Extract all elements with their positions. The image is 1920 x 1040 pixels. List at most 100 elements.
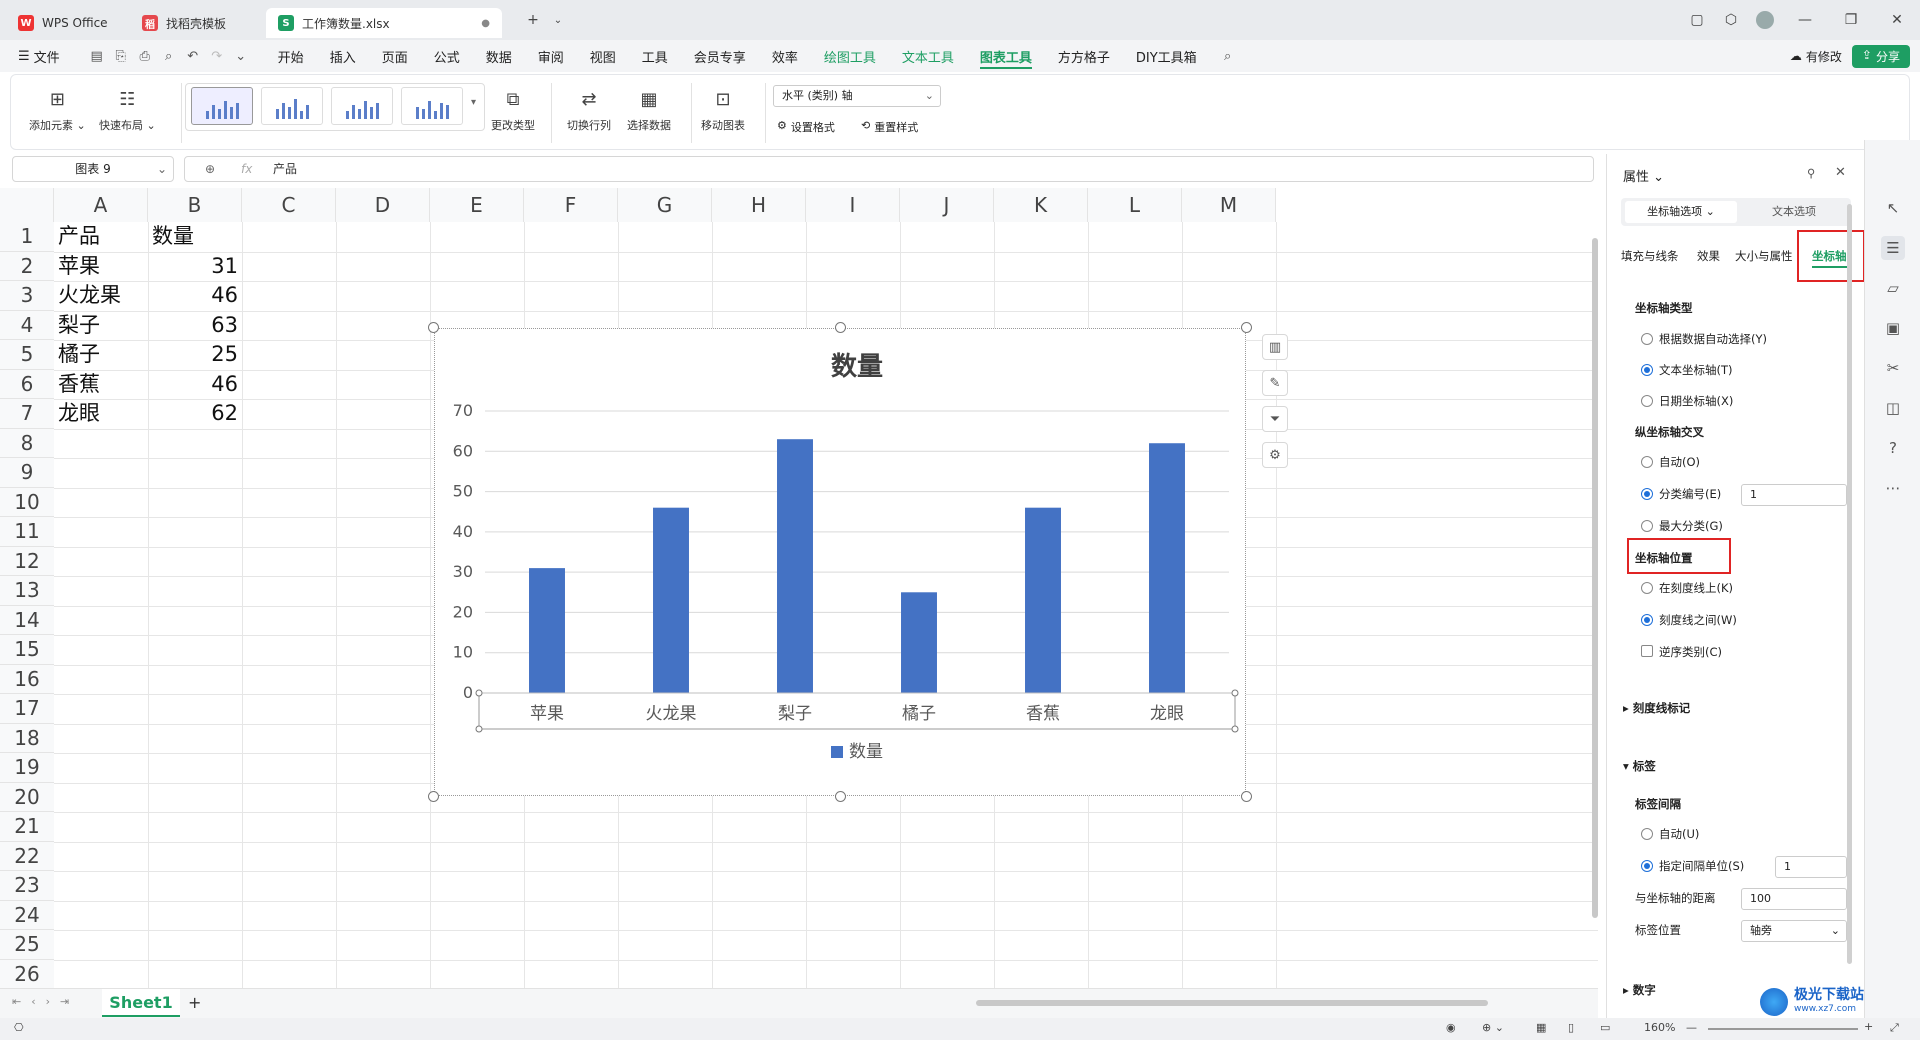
name-box[interactable]: 图表 9 ⌄ <box>12 156 174 182</box>
cell-a3[interactable]: 火龙果 <box>58 281 144 310</box>
chart-filter-icon[interactable]: ⏷ <box>1262 406 1288 432</box>
cell-a6[interactable]: 香蕉 <box>58 370 144 399</box>
bar-火龙果[interactable] <box>653 507 689 693</box>
row-header-14[interactable]: 14 <box>0 605 54 635</box>
radio-auto-select[interactable] <box>1641 333 1653 345</box>
menu-drawing-tools[interactable]: 绘图工具 <box>811 40 889 72</box>
axis-handle[interactable] <box>1231 689 1239 697</box>
minimize-button[interactable]: — <box>1782 6 1828 34</box>
cell-a5[interactable]: 橘子 <box>58 340 144 369</box>
row-header-5[interactable]: 5 <box>0 340 54 370</box>
menu-formula[interactable]: 公式 <box>421 40 473 72</box>
chart-style-2[interactable] <box>261 87 323 125</box>
x-tick-label[interactable]: 橘子 <box>902 704 936 724</box>
pointer-icon[interactable]: ↖ <box>1881 196 1905 220</box>
row-header-26[interactable]: 26 <box>0 959 54 988</box>
menu-diy-toolbox[interactable]: DIY工具箱 <box>1123 40 1210 72</box>
axis-handle[interactable] <box>475 689 483 697</box>
column-header-f[interactable]: F <box>524 188 618 222</box>
set-format-button[interactable]: ⚙ 设置格式 <box>777 119 835 135</box>
column-header-a[interactable]: A <box>54 188 148 222</box>
subtab-fill-line[interactable]: 填充与线条 <box>1621 248 1679 264</box>
chart-style-brush-icon[interactable]: ✎ <box>1262 370 1288 396</box>
y-tick-label[interactable]: 10 <box>453 643 473 662</box>
chart-style-3[interactable] <box>331 87 393 125</box>
row-header-25[interactable]: 25 <box>0 930 54 960</box>
column-header-g[interactable]: G <box>618 188 712 222</box>
row-header-4[interactable]: 4 <box>0 310 54 340</box>
row-header-22[interactable]: 22 <box>0 841 54 871</box>
column-header-d[interactable]: D <box>336 188 430 222</box>
cell-b6[interactable]: 46 <box>152 370 238 399</box>
row-header-8[interactable]: 8 <box>0 428 54 458</box>
column-header-e[interactable]: E <box>430 188 524 222</box>
column-header-c[interactable]: C <box>242 188 336 222</box>
radio-max-category[interactable] <box>1641 520 1653 532</box>
axis-element-select[interactable]: 水平 (类别) 轴 ⌄ <box>773 85 941 107</box>
tab-axis-options[interactable]: 坐标轴选项 ⌄ <box>1625 201 1737 223</box>
undo-icon[interactable]: ↶ <box>181 44 205 68</box>
chart-title[interactable]: 数量 <box>831 352 883 382</box>
panel-scrollbar[interactable] <box>1847 204 1852 964</box>
redo-icon[interactable]: ↷ <box>205 44 229 68</box>
menu-efficiency[interactable]: 效率 <box>759 40 811 72</box>
row-header-13[interactable]: 13 <box>0 576 54 606</box>
radio-text-axis[interactable] <box>1641 364 1653 376</box>
radio-date-axis[interactable] <box>1641 395 1653 407</box>
properties-icon[interactable]: ☰ <box>1881 236 1905 260</box>
window-layout-icon[interactable]: ▢ <box>1680 6 1714 34</box>
zoom-slider[interactable] <box>1708 1028 1858 1030</box>
y-tick-label[interactable]: 0 <box>463 683 473 702</box>
label-position-select[interactable]: 轴旁 ⌄ <box>1741 920 1847 942</box>
resize-handle[interactable] <box>428 791 439 802</box>
menu-tools[interactable]: 工具 <box>629 40 681 72</box>
pin-icon[interactable]: ⚲ <box>1807 166 1815 180</box>
bar-香蕉[interactable] <box>1025 507 1061 693</box>
tab-workbook[interactable]: S 工作簿数量.xlsx ● <box>266 8 502 38</box>
bar-chart[interactable]: 数量010203040506070苹果 火龙果 梨子 橘子 香蕉 龙眼数量 <box>435 329 1247 797</box>
row-header-11[interactable]: 11 <box>0 517 54 547</box>
y-tick-label[interactable]: 30 <box>453 562 473 581</box>
subtab-effects[interactable]: 效果 <box>1697 248 1720 264</box>
x-tick-label[interactable]: 梨子 <box>778 704 812 724</box>
zoom-out-icon[interactable]: — <box>1686 1021 1697 1034</box>
close-icon[interactable]: ✕ <box>1835 165 1846 180</box>
row-header-20[interactable]: 20 <box>0 782 54 812</box>
row-header-6[interactable]: 6 <box>0 369 54 399</box>
resize-handle[interactable] <box>428 322 439 333</box>
menu-start[interactable]: 开始 <box>265 40 317 72</box>
modified-indicator[interactable]: ☁ 有修改 <box>1790 48 1842 65</box>
column-header-h[interactable]: H <box>712 188 806 222</box>
select-all-corner[interactable] <box>0 188 54 222</box>
tick-marks-section[interactable]: ▸ 刻度线标记 <box>1623 700 1690 716</box>
horizontal-scrollbar[interactable] <box>976 1000 1488 1006</box>
row-header-9[interactable]: 9 <box>0 458 54 488</box>
unsaved-dot-icon[interactable]: ● <box>481 18 490 29</box>
x-tick-label[interactable]: 龙眼 <box>1150 704 1184 724</box>
switch-rowcol-button[interactable]: ⇄ 切换行列 <box>567 87 611 133</box>
column-header-j[interactable]: J <box>900 188 994 222</box>
chevron-down-icon[interactable]: ⌄ <box>229 44 253 68</box>
shape-icon[interactable]: ▱ <box>1881 276 1905 300</box>
save-icon[interactable]: ▤ <box>85 44 109 68</box>
axis-handle[interactable] <box>475 725 483 733</box>
row-header-18[interactable]: 18 <box>0 723 54 753</box>
add-element-button[interactable]: ⊞ 添加元素 ⌄ <box>29 87 86 133</box>
vertical-scrollbar[interactable] <box>1592 238 1598 918</box>
new-tab-button[interactable]: + <box>516 6 550 34</box>
radio-interval-unit[interactable] <box>1641 860 1653 872</box>
macro-icon[interactable]: ⎔ <box>14 1021 24 1034</box>
menu-data[interactable]: 数据 <box>473 40 525 72</box>
chart-style-4[interactable] <box>401 87 463 125</box>
subtab-size-properties[interactable]: 大小与属性 <box>1735 248 1793 264</box>
close-button[interactable]: ✕ <box>1874 6 1920 34</box>
menu-view[interactable]: 视图 <box>577 40 629 72</box>
legend-swatch[interactable] <box>831 746 843 758</box>
tab-text-options[interactable]: 文本选项 <box>1741 201 1847 223</box>
reset-style-button[interactable]: ⟲ 重置样式 <box>861 119 918 135</box>
radio-on-tick-marks[interactable] <box>1641 582 1653 594</box>
x-tick-label[interactable]: 苹果 <box>530 704 564 724</box>
menu-page[interactable]: 页面 <box>369 40 421 72</box>
normal-view-icon[interactable]: ▦ <box>1536 1021 1546 1034</box>
radio-interval-auto[interactable] <box>1641 828 1653 840</box>
